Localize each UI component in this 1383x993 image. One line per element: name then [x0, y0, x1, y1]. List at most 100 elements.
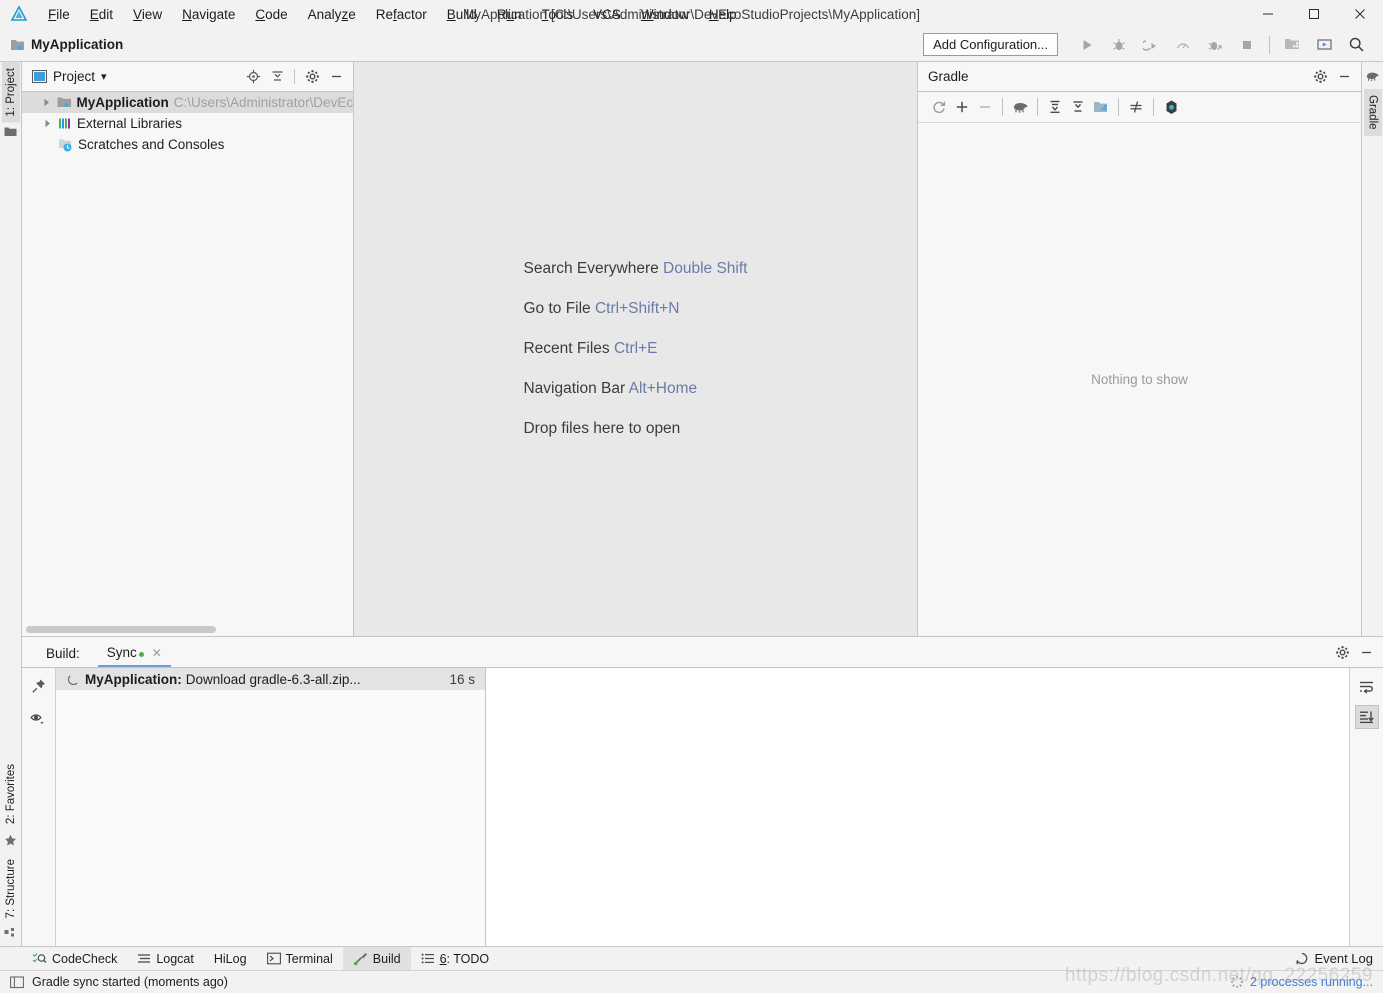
- collapse-all-button[interactable]: [1067, 96, 1089, 118]
- gradle-tool-window: Gradle Nothing to show: [917, 62, 1361, 636]
- locate-file-button[interactable]: [242, 66, 264, 88]
- hint-label: Drop files here to open: [523, 420, 681, 437]
- menu-bar: FFileile Edit View Navigate Code Analyze…: [38, 4, 747, 25]
- sidebar-item-favorites[interactable]: 2: Favorites: [2, 758, 20, 830]
- menu-refactor[interactable]: Refactor: [366, 4, 437, 25]
- build-console-output[interactable]: [486, 668, 1349, 946]
- event-log-group[interactable]: Event Log: [1295, 951, 1383, 966]
- menu-edit[interactable]: Edit: [80, 4, 123, 25]
- debug-attach-process-button[interactable]: [1200, 32, 1230, 58]
- close-button[interactable]: [1337, 0, 1383, 28]
- build-tool-window: Build: Sync ✕ MyApplication: Download gr…: [22, 636, 1383, 946]
- build-settings-button[interactable]: [1331, 641, 1353, 663]
- refresh-icon: [933, 101, 946, 114]
- project-tree-horizontal-scrollbar[interactable]: [26, 626, 216, 633]
- sidebar-item-gradle[interactable]: Gradle: [1363, 89, 1382, 136]
- collapse-all-icon: [1073, 101, 1083, 112]
- debug-button[interactable]: [1104, 32, 1134, 58]
- editor-empty-area[interactable]: Search Everywhere Double Shift Go to Fil…: [354, 62, 917, 636]
- menu-analyze[interactable]: Analyze: [298, 4, 366, 25]
- build-gutter-toolbar: [22, 668, 56, 946]
- tool-window-terminal[interactable]: Terminal: [257, 947, 343, 971]
- project-structure-icon: [1093, 101, 1107, 112]
- project-structure-icon: [1284, 39, 1299, 49]
- build-task-duration: 16 s: [449, 671, 475, 687]
- menu-file[interactable]: FFileile: [38, 4, 80, 25]
- tree-row[interactable]: Scratches and Consoles: [22, 134, 353, 155]
- chevron-down-icon[interactable]: ▾: [101, 70, 107, 83]
- menu-code[interactable]: Code: [245, 4, 297, 25]
- navigation-toolbar: MyApplication Add Configuration...: [0, 28, 1383, 62]
- search-button[interactable]: [1341, 32, 1371, 58]
- attach-debugger-button[interactable]: [1136, 32, 1166, 58]
- breadcrumb[interactable]: MyApplication: [10, 37, 123, 52]
- tool-window-todo[interactable]: 6: TODO: [411, 947, 500, 971]
- chevron-right-icon[interactable]: [42, 97, 52, 108]
- tree-row[interactable]: MyApplication C:\Users\Administrator\Dev…: [22, 92, 353, 113]
- hide-project-panel-button[interactable]: [325, 66, 347, 88]
- refresh-gradle-button[interactable]: [928, 96, 950, 118]
- build-panel-header: Build: Sync ✕: [22, 637, 1383, 668]
- right-tool-window-strip: Gradle: [1361, 62, 1383, 636]
- unlink-gradle-project-button[interactable]: [974, 96, 996, 118]
- menu-vcs[interactable]: VCS: [583, 4, 631, 25]
- todo-icon: [421, 953, 434, 964]
- toggle-offline-mode-button[interactable]: [1125, 96, 1147, 118]
- pin-tab-button[interactable]: [28, 675, 50, 697]
- menu-navigate[interactable]: Navigate: [172, 4, 245, 25]
- build-tree-row[interactable]: MyApplication: Download gradle-6.3-all.z…: [56, 668, 485, 690]
- expand-all-button[interactable]: [1044, 96, 1066, 118]
- hint-search-everywhere: Search Everywhere Double Shift: [523, 260, 747, 278]
- stop-button[interactable]: [1232, 32, 1262, 58]
- hint-drop-files: Drop files here to open: [523, 420, 747, 438]
- tab-close-icon[interactable]: ✕: [152, 646, 162, 660]
- hide-build-panel-button[interactable]: [1355, 641, 1377, 663]
- processes-running-link[interactable]: 2 processes running...: [1250, 975, 1373, 989]
- sidebar-item-project[interactable]: 1: Project: [1, 62, 20, 123]
- menu-tools[interactable]: Tools: [532, 4, 584, 25]
- run-button[interactable]: [1072, 32, 1102, 58]
- menu-view[interactable]: View: [123, 4, 172, 25]
- gradle-tasks-button[interactable]: [1009, 96, 1031, 118]
- tool-window-codecheck[interactable]: CodeCheck: [22, 947, 127, 971]
- menu-window[interactable]: Window: [631, 4, 699, 25]
- hide-icon: [1361, 651, 1371, 653]
- toggle-view-button[interactable]: [28, 708, 50, 730]
- menu-run[interactable]: Run: [487, 4, 532, 25]
- hint-shortcut: Ctrl+Shift+N: [594, 300, 680, 317]
- soft-wrap-button[interactable]: [1355, 675, 1379, 699]
- tab-sync[interactable]: Sync ✕: [97, 645, 171, 667]
- gradle-settings-button[interactable]: [1309, 66, 1331, 88]
- execute-gradle-task-button[interactable]: [1160, 96, 1182, 118]
- project-panel-title-group[interactable]: Project ▾: [32, 69, 107, 84]
- link-gradle-project-button[interactable]: [951, 96, 973, 118]
- tree-row[interactable]: External Libraries: [22, 113, 353, 134]
- collapse-all-button[interactable]: [266, 66, 288, 88]
- hide-gradle-panel-button[interactable]: [1333, 66, 1355, 88]
- chevron-right-icon[interactable]: [42, 118, 53, 129]
- menu-help[interactable]: Help: [699, 4, 747, 25]
- profiler-button[interactable]: [1168, 32, 1198, 58]
- menu-build[interactable]: Build: [437, 4, 487, 25]
- project-tree[interactable]: MyApplication C:\Users\Administrator\Dev…: [22, 92, 353, 636]
- build-tree[interactable]: MyApplication: Download gradle-6.3-all.z…: [56, 668, 486, 946]
- gradle-project-structure-button[interactable]: [1090, 96, 1112, 118]
- status-layout-icon[interactable]: [10, 975, 24, 989]
- tool-window-logcat[interactable]: Logcat: [127, 947, 204, 971]
- sidebar-item-structure[interactable]: 7: Structure: [2, 853, 20, 924]
- device-manager-button[interactable]: [1309, 32, 1339, 58]
- status-bar: Gradle sync started (moments ago) 2 proc…: [0, 965, 1383, 993]
- tool-window-build[interactable]: Build: [342, 946, 411, 971]
- scroll-to-end-button[interactable]: [1354, 705, 1379, 729]
- sidebar-item-structure-label: 7: Structure: [4, 858, 17, 918]
- tree-row-label: MyApplication: [76, 95, 169, 110]
- remove-icon: [980, 106, 990, 108]
- project-structure-button[interactable]: [1277, 32, 1307, 58]
- maximize-button[interactable]: [1291, 0, 1337, 28]
- project-settings-button[interactable]: [301, 66, 323, 88]
- tool-window-hilog[interactable]: HiLog: [204, 947, 257, 971]
- add-configuration-button[interactable]: Add Configuration...: [923, 33, 1058, 56]
- main-body: 1: Project 2: Favorites 7: Structure Pro…: [0, 62, 1383, 946]
- minimize-button[interactable]: [1245, 0, 1291, 28]
- spinner-icon: [68, 673, 79, 685]
